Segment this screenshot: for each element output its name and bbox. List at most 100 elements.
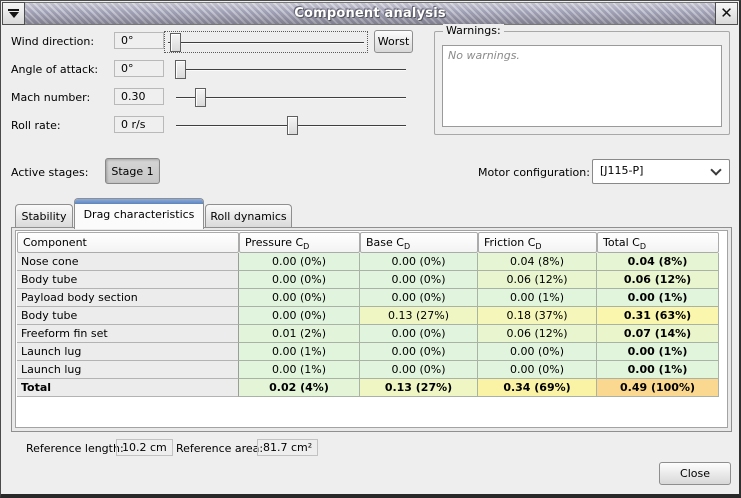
- motor-configuration-select[interactable]: [J115-P]: [592, 159, 730, 184]
- stage-1-toggle[interactable]: Stage 1: [105, 158, 160, 184]
- combo-dropdown-button[interactable]: [703, 160, 729, 183]
- column-header-pressure-cd[interactable]: Pressure CD: [239, 232, 360, 253]
- value-cell: 0.07 (14%): [597, 325, 719, 343]
- slider-thumb[interactable]: [195, 88, 206, 107]
- component-cell: Nose cone: [17, 253, 239, 271]
- column-header-label: Friction C: [484, 236, 535, 249]
- window-menu-button[interactable]: [2, 2, 25, 25]
- value-cell: 0.00 (0%): [239, 253, 360, 271]
- angle-of-attack-field[interactable]: 0°: [114, 60, 164, 77]
- value-cell: 0.00 (1%): [478, 289, 597, 307]
- roll-rate-field[interactable]: 0 r/s: [114, 116, 164, 133]
- slider-thumb[interactable]: [170, 33, 181, 52]
- mach-number-slider[interactable]: [173, 87, 409, 109]
- slider-thumb[interactable]: [287, 116, 298, 135]
- close-button[interactable]: Close: [659, 462, 731, 485]
- no-warnings-text: No warnings.: [448, 49, 520, 62]
- value-cell: 0.00 (1%): [597, 343, 719, 361]
- column-header-sub: D: [640, 242, 646, 251]
- value-cell: 0.00 (0%): [239, 307, 360, 325]
- titlebar-stripes[interactable]: Component analysis: [25, 2, 715, 25]
- column-header-component[interactable]: Component: [17, 232, 239, 253]
- window-menu-icon: [8, 9, 19, 18]
- slider-track: [168, 42, 364, 44]
- column-header-label: Base C: [366, 236, 404, 249]
- component-cell: Total: [17, 379, 239, 397]
- drag-characteristics-panel: Component Pressure CD Base CD Friction C…: [11, 227, 732, 432]
- value-cell: 0.00 (1%): [239, 361, 360, 379]
- tab-stability[interactable]: Stability: [15, 204, 73, 227]
- wind-direction-slider[interactable]: [164, 31, 368, 53]
- table-scrollpane[interactable]: Component Pressure CD Base CD Friction C…: [15, 230, 728, 428]
- table-row[interactable]: Launch lug0.00 (1%)0.00 (0%)0.00 (0%)0.0…: [17, 361, 719, 379]
- window-title: Component analysis: [294, 6, 446, 21]
- value-cell: 0.00 (1%): [239, 343, 360, 361]
- column-header-label: Component: [23, 236, 87, 249]
- value-cell: 0.00 (1%): [597, 361, 719, 379]
- value-cell: 0.13 (27%): [360, 379, 478, 397]
- value-cell: 0.06 (12%): [597, 271, 719, 289]
- wind-direction-field[interactable]: 0°: [114, 32, 164, 49]
- table-row[interactable]: Launch lug0.00 (1%)0.00 (0%)0.00 (0%)0.0…: [17, 343, 719, 361]
- value-cell: 0.13 (27%): [360, 307, 478, 325]
- worst-button[interactable]: Worst: [374, 30, 413, 53]
- roll-rate-label: Roll rate:: [11, 119, 61, 132]
- motor-configuration-value: [J115-P]: [593, 160, 703, 183]
- value-cell: 0.49 (100%): [597, 379, 719, 397]
- value-cell: 0.00 (0%): [360, 271, 478, 289]
- component-cell: Body tube: [17, 307, 239, 325]
- reference-length-value: 10.2 cm: [116, 439, 173, 456]
- table-row[interactable]: Body tube0.00 (0%)0.00 (0%)0.06 (12%)0.0…: [17, 271, 719, 289]
- component-cell: Freeform fin set: [17, 325, 239, 343]
- warnings-group-title: Warnings:: [443, 24, 504, 37]
- titlebar: Component analysis ✕: [2, 2, 738, 25]
- close-window-button[interactable]: ✕: [715, 2, 738, 25]
- component-analysis-dialog: Component analysis ✕ Wind direction: 0° …: [0, 0, 741, 498]
- column-header-sub: D: [303, 242, 309, 251]
- value-cell: 0.00 (0%): [478, 361, 597, 379]
- drag-table: Component Pressure CD Base CD Friction C…: [17, 232, 719, 397]
- mach-number-field[interactable]: 0.30: [114, 88, 164, 105]
- value-cell: 0.18 (37%): [478, 307, 597, 325]
- selected-tab-accent: [75, 199, 203, 204]
- slider-track: [176, 69, 406, 71]
- table-row[interactable]: Freeform fin set0.01 (2%)0.00 (0%)0.06 (…: [17, 325, 719, 343]
- angle-of-attack-label: Angle of attack:: [11, 63, 98, 76]
- roll-rate-slider[interactable]: [173, 115, 409, 137]
- value-cell: 0.31 (63%): [597, 307, 719, 325]
- tab-roll-dynamics[interactable]: Roll dynamics: [205, 204, 292, 227]
- value-cell: 0.00 (0%): [360, 325, 478, 343]
- motor-configuration-label: Motor configuration:: [478, 166, 590, 179]
- reference-area-value: 81.7 cm²: [257, 439, 318, 456]
- column-header-base-cd[interactable]: Base CD: [360, 232, 478, 253]
- reference-area-label: Reference area:: [176, 442, 263, 455]
- value-cell: 0.00 (0%): [360, 289, 478, 307]
- value-cell: 0.00 (0%): [360, 253, 478, 271]
- reference-length-label: Reference length:: [26, 442, 124, 455]
- value-cell: 0.00 (0%): [239, 271, 360, 289]
- column-header-total-cd[interactable]: Total CD: [597, 232, 719, 253]
- value-cell: 0.00 (0%): [239, 289, 360, 307]
- value-cell: 0.00 (0%): [360, 361, 478, 379]
- slider-thumb[interactable]: [175, 60, 186, 79]
- tab-drag-characteristics[interactable]: Drag characteristics: [74, 198, 204, 229]
- column-header-friction-cd[interactable]: Friction CD: [478, 232, 597, 253]
- value-cell: 0.00 (1%): [597, 289, 719, 307]
- angle-of-attack-slider[interactable]: [173, 59, 409, 81]
- value-cell: 0.04 (8%): [597, 253, 719, 271]
- slider-track: [176, 97, 406, 99]
- table-row[interactable]: Payload body section0.00 (0%)0.00 (0%)0.…: [17, 289, 719, 307]
- value-cell: 0.00 (0%): [478, 343, 597, 361]
- value-cell: 0.02 (4%): [239, 379, 360, 397]
- table-row[interactable]: Total0.02 (4%)0.13 (27%)0.34 (69%)0.49 (…: [17, 379, 719, 397]
- drag-table-rows: Nose cone0.00 (0%)0.00 (0%)0.04 (8%)0.04…: [17, 253, 719, 397]
- component-cell: Launch lug: [17, 361, 239, 379]
- value-cell: 0.04 (8%): [478, 253, 597, 271]
- table-row[interactable]: Body tube0.00 (0%)0.13 (27%)0.18 (37%)0.…: [17, 307, 719, 325]
- warnings-list[interactable]: No warnings.: [442, 45, 722, 127]
- value-cell: 0.34 (69%): [478, 379, 597, 397]
- table-row[interactable]: Nose cone0.00 (0%)0.00 (0%)0.04 (8%)0.04…: [17, 253, 719, 271]
- warnings-group: Warnings: No warnings.: [434, 31, 730, 135]
- component-cell: Payload body section: [17, 289, 239, 307]
- wind-direction-label: Wind direction:: [11, 35, 94, 48]
